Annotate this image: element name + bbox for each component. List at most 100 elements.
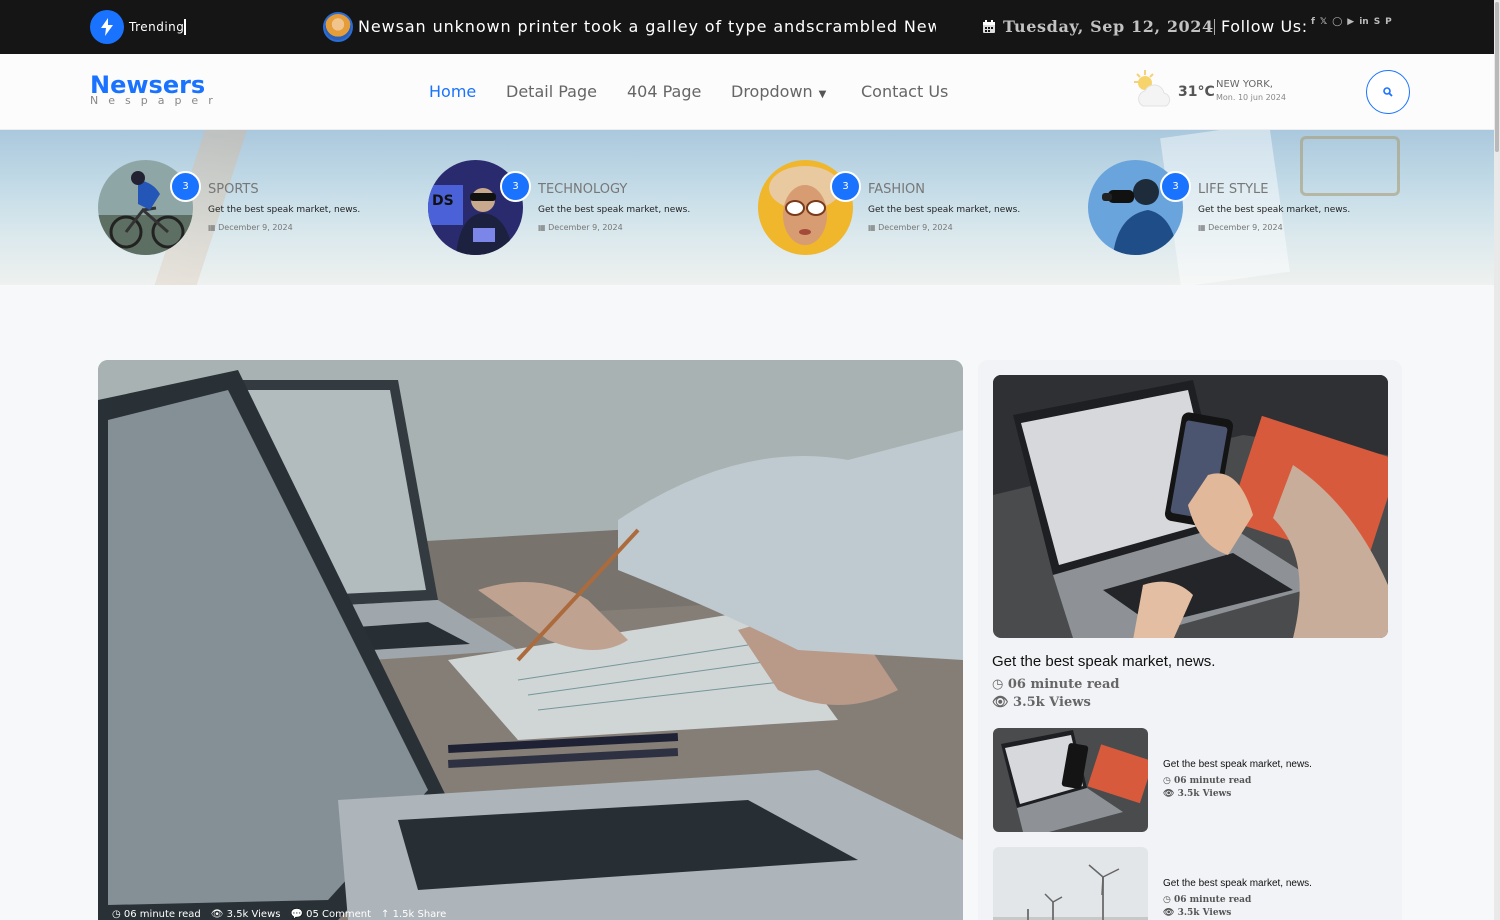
nav-detail-page[interactable]: Detail Page (506, 82, 597, 101)
category-name[interactable]: LIFE STYLE (1198, 182, 1269, 197)
youtube-icon[interactable]: ▶ (1347, 16, 1354, 28)
category-name[interactable]: TECHNOLOGY (538, 182, 627, 197)
search-icon (1383, 87, 1393, 97)
brand-tagline: Nespaper (90, 94, 223, 107)
sidebar-article-views-text: 3.5k Views (1177, 789, 1232, 799)
category-count-badge: 3 (500, 171, 531, 202)
bolt-icon[interactable] (90, 10, 124, 44)
featured-read-time: ◷ 06 minute read (992, 677, 1120, 692)
featured-views-text: 3.5k Views (1013, 695, 1091, 710)
category-date-text: December 9, 2024 (1208, 223, 1283, 232)
hero-share-text: 1.5k Share (392, 909, 447, 920)
category-date: ▦ December 9, 2024 (868, 223, 953, 232)
divider (1214, 19, 1215, 35)
category-date-text: December 9, 2024 (218, 223, 293, 232)
hero-views-text: 3.5k Views (226, 909, 281, 920)
category-strip: 3 SPORTS Get the best speak market, news… (0, 130, 1500, 285)
category-card-technology[interactable]: DS 3 TECHNOLOGY Get the best speak marke… (428, 160, 728, 260)
partly-cloudy-icon (1131, 68, 1175, 112)
sidebar-article-title[interactable]: Get the best speak market, news. (1163, 878, 1312, 889)
sidebar-article-read-time-text: 06 minute read (1174, 776, 1252, 786)
chevron-down-icon: ▼ (818, 89, 827, 100)
nav-dropdown-label: Dropdown (731, 82, 813, 101)
sidebar-article-image (993, 847, 1148, 920)
ticker-headline[interactable]: Newsan unknown printer took a galley of … (358, 17, 936, 36)
nav-home[interactable]: Home (429, 82, 476, 101)
scrollbar-thumb[interactable] (1495, 2, 1499, 152)
category-date: ▦ December 9, 2024 (538, 223, 623, 232)
current-date: Tuesday, Sep 12, 2024 (1003, 17, 1214, 36)
category-headline[interactable]: Get the best speak market, news. (208, 205, 360, 215)
weather-temperature: 31°C (1178, 84, 1215, 100)
sidebar-article-title[interactable]: Get the best speak market, news. (1163, 759, 1312, 770)
hero-share[interactable]: ↑ 1.5k Share (381, 909, 446, 920)
category-date-text: December 9, 2024 (548, 223, 623, 232)
hero-image (98, 360, 963, 920)
category-card-fashion[interactable]: 3 FASHION Get the best speak market, new… (758, 160, 1058, 260)
twitter-icon[interactable]: 𝕏 (1320, 16, 1327, 28)
calendar-icon: ▦ (208, 223, 219, 232)
top-bar: Trending Newsan unknown printer took a g… (0, 0, 1500, 54)
calendar-icon: ▦ (538, 223, 549, 232)
sidebar-article-item[interactable]: Get the best speak market, news. ◷ 06 mi… (993, 728, 1393, 832)
category-count-badge: 3 (1160, 171, 1191, 202)
ticker-avatar (323, 12, 353, 42)
eye-icon: 👁 (1163, 908, 1178, 918)
category-card-sports[interactable]: 3 SPORTS Get the best speak market, news… (98, 160, 398, 260)
sidebar-article-read-time-text: 06 minute read (1174, 895, 1252, 905)
nav-contact-us[interactable]: Contact Us (861, 82, 948, 101)
hero-meta: ◷ 06 minute read 👁 3.5k Views 💬 05 Comme… (112, 909, 446, 920)
hero-read-time-text: 06 minute read (123, 909, 201, 920)
featured-article-image[interactable] (993, 375, 1388, 638)
clock-icon: ◷ (1163, 895, 1174, 905)
weather-city: NEW YORK, (1216, 79, 1273, 90)
facebook-icon[interactable]: f (1311, 16, 1315, 28)
category-headline[interactable]: Get the best speak market, news. (1198, 205, 1350, 215)
eye-icon: 👁 (1163, 789, 1178, 799)
calendar-icon (982, 19, 996, 38)
nav-dropdown[interactable]: Dropdown ▼ (731, 82, 826, 101)
category-name[interactable]: SPORTS (208, 182, 259, 197)
linkedin-icon[interactable]: in (1359, 16, 1369, 28)
category-date: ▦ December 9, 2024 (208, 223, 293, 232)
category-count-badge: 3 (170, 171, 201, 202)
featured-views: 👁 3.5k Views (992, 695, 1091, 710)
instagram-icon[interactable]: ◯ (1332, 16, 1342, 28)
sidebar-article-read-time: ◷ 06 minute read (1163, 895, 1251, 905)
category-headline[interactable]: Get the best speak market, news. (538, 205, 690, 215)
hero-comments[interactable]: 💬 05 Comment (290, 909, 371, 920)
eye-icon: 👁 (992, 695, 1014, 710)
category-headline[interactable]: Get the best speak market, news. (868, 205, 1020, 215)
trending-label: Trending (129, 20, 185, 34)
follow-label: Follow Us: (1221, 17, 1308, 36)
sidebar-article-read-time: ◷ 06 minute read (1163, 776, 1251, 786)
category-date: ▦ December 9, 2024 (1198, 223, 1283, 232)
sidebar-article-views: 👁 3.5k Views (1163, 789, 1231, 799)
hero-read-time: ◷ 06 minute read (112, 909, 201, 920)
category-name[interactable]: FASHION (868, 182, 925, 197)
main-navbar: Newsers Nespaper Home Detail Page 404 Pa… (0, 54, 1500, 130)
svg-text:DS: DS (432, 193, 454, 209)
hero-article[interactable]: ◷ 06 minute read 👁 3.5k Views 💬 05 Comme… (98, 360, 963, 920)
category-card-life-style[interactable]: 3 LIFE STYLE Get the best speak market, … (1088, 160, 1388, 260)
featured-read-time-text: 06 minute read (1007, 677, 1120, 692)
arrow-up-icon: ↑ (381, 909, 393, 920)
nav-404-page[interactable]: 404 Page (627, 82, 701, 101)
weather-date: Mon. 10 jun 2024 (1216, 93, 1286, 102)
trending-divider (184, 19, 186, 35)
social-links: f 𝕏 ◯ ▶ in S P (1311, 16, 1392, 28)
featured-article-title[interactable]: Get the best speak market, news. (992, 653, 1215, 670)
hero-comments-text: 05 Comment (306, 909, 372, 920)
sidebar-articles: Get the best speak market, news. ◷ 06 mi… (978, 360, 1402, 920)
hero-views: 👁 3.5k Views (211, 909, 281, 920)
category-date-text: December 9, 2024 (878, 223, 953, 232)
calendar-icon: ▦ (1198, 223, 1209, 232)
comment-icon: 💬 (290, 909, 307, 920)
pinterest-icon[interactable]: P (1385, 16, 1392, 28)
sidebar-article-views: 👁 3.5k Views (1163, 908, 1231, 918)
calendar-icon: ▦ (868, 223, 879, 232)
sidebar-article-item[interactable]: Get the best speak market, news. ◷ 06 mi… (993, 847, 1393, 920)
clock-icon: ◷ (112, 909, 124, 920)
skype-icon[interactable]: S (1374, 16, 1380, 28)
search-button[interactable] (1366, 70, 1410, 114)
